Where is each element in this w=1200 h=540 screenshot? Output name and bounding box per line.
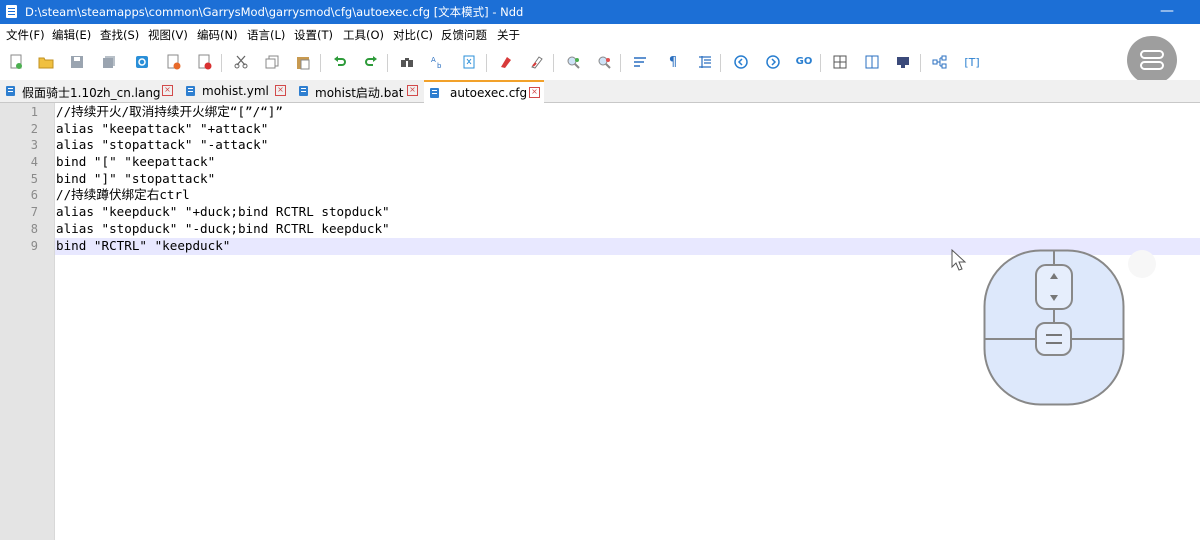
mark-icon[interactable] [497, 53, 515, 71]
menu-about[interactable]: 关于 [497, 27, 520, 43]
code-line[interactable]: alias "stopduck" "-duck;bind RCTRL keepd… [56, 221, 390, 238]
line-number: 3 [30, 138, 38, 152]
file-icon [430, 88, 439, 98]
paste-icon[interactable] [294, 53, 312, 71]
menu-feedback[interactable]: 反馈问题 [441, 27, 487, 43]
menu-file[interactable]: 文件(F) [6, 27, 45, 43]
code-line[interactable]: alias "stopattack" "-attack" [56, 137, 268, 154]
tab-close-icon[interactable]: × [275, 85, 286, 96]
tab-bar: 假面骑士1.10zh_cn.lang × mohist.yml × mohist… [0, 80, 1200, 104]
line-number: 8 [30, 222, 38, 236]
wrap-icon[interactable] [631, 53, 649, 71]
floating-toggle-button[interactable] [1127, 36, 1177, 84]
goto-icon[interactable]: GO [795, 53, 813, 71]
monitor-icon[interactable] [894, 53, 912, 71]
line-number: 2 [30, 122, 38, 136]
new-file-icon[interactable] [7, 53, 25, 71]
reload-icon[interactable] [133, 53, 151, 71]
tab-close-icon[interactable]: × [407, 85, 418, 96]
menu-tools[interactable]: 工具(O) [343, 27, 384, 43]
save-all-icon[interactable] [100, 53, 118, 71]
code-line[interactable]: alias "keepduck" "+duck;bind RCTRL stopd… [56, 204, 390, 221]
toolbar: Ab ¶ GO [T] [0, 45, 1200, 80]
menu-bar: 文件(F) 编辑(E) 查找(S) 视图(V) 编码(N) 语言(L) 设置(T… [0, 24, 1200, 45]
line-number-gutter: 1 2 3 4 5 6 7 8 9 [0, 103, 55, 540]
code-line[interactable]: bind "RCTRL" "keepduck" [56, 238, 230, 255]
svg-text:b: b [437, 62, 442, 69]
mouse-pointer-icon [951, 249, 967, 271]
undo-icon[interactable] [331, 53, 349, 71]
copy-icon[interactable] [263, 53, 281, 71]
faint-overlay-circle [1128, 250, 1156, 278]
menu-edit[interactable]: 编辑(E) [52, 27, 91, 43]
text-mode-icon[interactable]: [T] [963, 53, 981, 71]
svg-text:A: A [431, 56, 436, 64]
file-icon [299, 86, 308, 96]
menu-view[interactable]: 视图(V) [148, 27, 188, 43]
tree-icon[interactable] [931, 53, 949, 71]
menu-settings[interactable]: 设置(T) [294, 27, 333, 43]
menu-compare[interactable]: 对比(C) [393, 27, 433, 43]
find-icon[interactable] [398, 53, 416, 71]
replace-icon[interactable]: Ab [429, 53, 447, 71]
file-icon [6, 86, 15, 96]
menu-encoding[interactable]: 编码(N) [197, 27, 238, 43]
clear-mark-icon[interactable] [528, 53, 546, 71]
toggle-icon [1140, 50, 1164, 59]
line-number: 7 [30, 205, 38, 219]
app-icon [6, 5, 17, 18]
line-number: 1 [30, 105, 38, 119]
tab-mohist-yml[interactable]: mohist.yml × [180, 80, 290, 102]
menu-search[interactable]: 查找(S) [100, 27, 139, 43]
compare-icon[interactable] [863, 53, 881, 71]
tab-label: 假面骑士1.10zh_cn.lang [22, 86, 161, 100]
tab-label: mohist.yml [202, 84, 269, 98]
minimize-button[interactable]: — [1160, 3, 1174, 19]
cut-icon[interactable] [232, 53, 250, 71]
line-number: 6 [30, 188, 38, 202]
tab-mohist-bat[interactable]: mohist启动.bat × [293, 80, 422, 102]
open-file-icon[interactable] [37, 53, 55, 71]
code-line[interactable]: alias "keepattack" "+attack" [56, 121, 268, 138]
indent-guide-icon[interactable] [696, 53, 714, 71]
zoom-in-icon[interactable] [564, 53, 582, 71]
code-line[interactable]: //持续蹲伏绑定右ctrl [56, 187, 190, 204]
tab-label: autoexec.cfg [450, 86, 528, 100]
code-line[interactable]: bind "[" "keepattack" [56, 154, 215, 171]
redo-icon[interactable] [362, 53, 380, 71]
tab-close-icon[interactable]: × [529, 87, 540, 98]
save-icon[interactable] [68, 53, 86, 71]
tab-close-icon[interactable]: × [162, 85, 173, 96]
zoom-out-icon[interactable] [595, 53, 613, 71]
line-number: 5 [30, 172, 38, 186]
line-number: 9 [30, 239, 38, 253]
prev-icon[interactable] [732, 53, 750, 71]
tab-lang-file[interactable]: 假面骑士1.10zh_cn.lang × [0, 80, 177, 102]
mouse-diagram-icon [983, 249, 1125, 406]
tab-label: mohist启动.bat [315, 86, 404, 100]
close-file-icon[interactable] [165, 53, 183, 71]
tab-autoexec-cfg[interactable]: autoexec.cfg × [424, 80, 544, 104]
show-symbols-icon[interactable]: ¶ [664, 53, 682, 71]
close-all-icon[interactable] [196, 53, 214, 71]
line-number: 4 [30, 155, 38, 169]
title-bar: D:\steam\steamapps\common\GarrysMod\garr… [0, 0, 1200, 24]
menu-language[interactable]: 语言(L) [247, 27, 285, 43]
column-edit-icon[interactable] [831, 53, 849, 71]
window-title: D:\steam\steamapps\common\GarrysMod\garr… [25, 5, 524, 19]
next-icon[interactable] [764, 53, 782, 71]
code-line[interactable]: bind "]" "stopattack" [56, 171, 215, 188]
file-icon [186, 86, 195, 96]
bookmark-icon[interactable] [460, 53, 478, 71]
code-line[interactable]: //持续开火/取消持续开火绑定“[”/“]” [56, 104, 283, 121]
